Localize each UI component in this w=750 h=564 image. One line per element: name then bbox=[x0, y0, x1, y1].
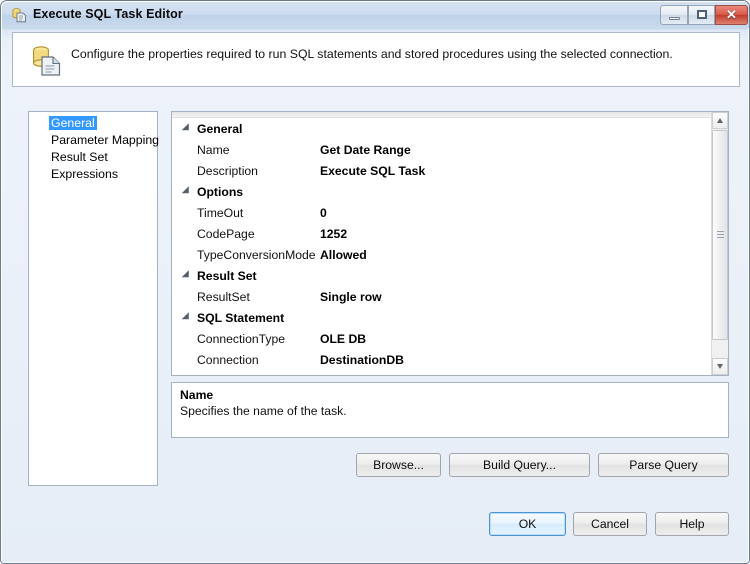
property-row-connection[interactable]: Connection DestinationDB bbox=[172, 350, 711, 371]
property-label: CodePage bbox=[197, 227, 255, 241]
header-description: Configure the properties required to run… bbox=[71, 47, 673, 61]
property-label: ResultSet bbox=[197, 290, 250, 304]
property-row-connectiontype[interactable]: ConnectionType OLE DB bbox=[172, 329, 711, 350]
property-value[interactable]: Direct input bbox=[320, 371, 388, 375]
property-label: TimeOut bbox=[197, 206, 244, 220]
help-button[interactable]: Help bbox=[655, 512, 729, 536]
property-category-sql-statement[interactable]: SQL Statement bbox=[172, 308, 711, 329]
close-icon: ✕ bbox=[726, 7, 737, 22]
property-grid-top-band bbox=[172, 112, 728, 118]
property-category-result-set[interactable]: Result Set bbox=[172, 266, 711, 287]
sidebar-item-label: Parameter Mapping bbox=[51, 133, 159, 147]
sidebar-item-expressions[interactable]: Expressions bbox=[29, 166, 157, 183]
property-row-typeconversionmode[interactable]: TypeConversionMode Allowed bbox=[172, 245, 711, 266]
sidebar-item-label: General bbox=[49, 116, 97, 130]
parse-query-button[interactable]: Parse Query bbox=[598, 453, 729, 477]
header-banner: Configure the properties required to run… bbox=[12, 32, 740, 87]
property-value[interactable]: Single row bbox=[320, 287, 382, 308]
sidebar-item-result-set[interactable]: Result Set bbox=[29, 149, 157, 166]
property-value[interactable]: 1252 bbox=[320, 224, 347, 245]
property-value[interactable]: Allowed bbox=[320, 245, 367, 266]
close-button[interactable]: ✕ bbox=[715, 5, 748, 25]
cancel-button[interactable]: Cancel bbox=[573, 512, 647, 536]
property-value[interactable]: Execute SQL Task bbox=[320, 161, 425, 182]
sidebar-item-label: Expressions bbox=[51, 167, 118, 181]
minimize-icon bbox=[661, 6, 687, 24]
ok-button[interactable]: OK bbox=[489, 512, 566, 536]
property-value[interactable]: OLE DB bbox=[320, 329, 366, 350]
property-label: SQLSourceType bbox=[197, 371, 317, 375]
property-row-codepage[interactable]: CodePage 1252 bbox=[172, 224, 711, 245]
browse-button[interactable]: Browse... bbox=[356, 453, 441, 477]
minimize-button[interactable] bbox=[660, 5, 688, 25]
property-label: ConnectionType bbox=[197, 332, 286, 346]
sidebar-item-general[interactable]: General bbox=[29, 115, 157, 132]
build-query-button[interactable]: Build Query... bbox=[449, 453, 590, 477]
description-title: Name bbox=[180, 388, 214, 402]
property-label: Connection bbox=[197, 353, 259, 367]
property-row-sqlsourcetype[interactable]: SQLSourceType Direct input bbox=[172, 371, 711, 375]
sidebar-item-parameter-mapping[interactable]: Parameter Mapping bbox=[29, 132, 159, 149]
property-value[interactable]: DestinationDB bbox=[320, 350, 404, 371]
property-row-resultset[interactable]: ResultSet Single row bbox=[172, 287, 711, 308]
property-row-timeout[interactable]: TimeOut 0 bbox=[172, 203, 711, 224]
window-title: Execute SQL Task Editor bbox=[33, 7, 183, 21]
page-list: General Parameter Mapping Result Set Exp… bbox=[28, 111, 159, 486]
sidebar-item-label: Result Set bbox=[51, 150, 108, 164]
sql-task-banner-icon bbox=[33, 46, 61, 76]
property-row-name[interactable]: Name Get Date Range bbox=[172, 140, 711, 161]
property-category-general[interactable]: General bbox=[172, 119, 711, 140]
property-value[interactable]: Get Date Range bbox=[320, 140, 411, 161]
property-label: Name bbox=[197, 143, 230, 157]
maximize-icon bbox=[689, 6, 714, 24]
description-body: Specifies the name of the task. bbox=[180, 404, 347, 418]
property-value[interactable]: 0 bbox=[320, 203, 327, 224]
scroll-grip-icon bbox=[717, 231, 724, 239]
property-label: TypeConversionMode bbox=[197, 248, 316, 262]
scroll-thumb[interactable] bbox=[712, 130, 728, 340]
property-grid-rows: General Name Get Date Range Description … bbox=[172, 119, 711, 375]
property-category-options[interactable]: Options bbox=[172, 182, 711, 203]
property-grid[interactable]: General Name Get Date Range Description … bbox=[171, 111, 729, 376]
sql-task-icon bbox=[12, 8, 26, 23]
title-bar[interactable]: Execute SQL Task Editor ✕ bbox=[2, 2, 749, 28]
maximize-button[interactable] bbox=[688, 5, 715, 25]
property-label: Description bbox=[197, 164, 258, 178]
scroll-up-arrow-icon[interactable] bbox=[712, 112, 728, 129]
description-pane: Name Specifies the name of the task. bbox=[171, 382, 729, 438]
property-row-description[interactable]: Description Execute SQL Task bbox=[172, 161, 711, 182]
scroll-down-arrow-icon[interactable] bbox=[712, 358, 728, 375]
execute-sql-task-editor-window: Execute SQL Task Editor ✕ Configure the … bbox=[0, 0, 750, 564]
property-grid-scrollbar[interactable] bbox=[711, 112, 728, 375]
